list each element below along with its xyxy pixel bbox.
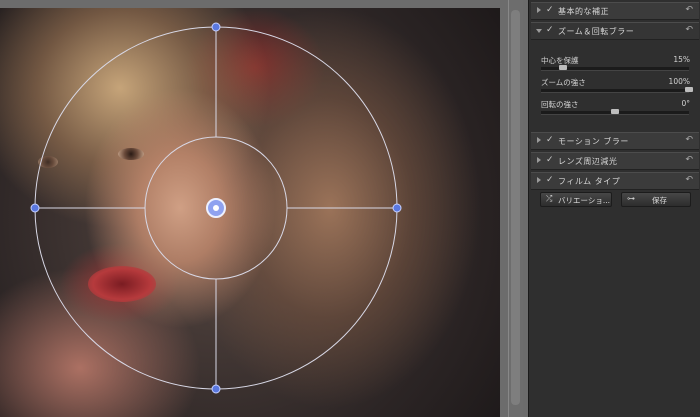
checkbox-basic-adjustments[interactable]: ✓ — [546, 5, 554, 15]
rotate-strength-slider[interactable] — [541, 109, 689, 115]
reset-arrow-icon[interactable]: ↶ — [685, 135, 693, 145]
checkbox-lens-vignette[interactable]: ✓ — [546, 155, 554, 165]
center-point-dot — [213, 205, 219, 211]
expand-arrow-icon[interactable] — [537, 177, 541, 183]
section-label: フィルム タイプ — [558, 177, 621, 186]
slider-handle[interactable] — [685, 87, 693, 92]
section-lens-vignette[interactable]: ✓ レンズ周辺減光 ↶ — [531, 152, 699, 170]
checkbox-zoom-rotate-blur[interactable]: ✓ — [546, 25, 554, 35]
section-label: ズーム＆回転ブラー — [558, 27, 635, 36]
checkbox-film-type[interactable]: ✓ — [546, 175, 554, 185]
section-label: レンズ周辺減光 — [558, 157, 618, 166]
slider-handle[interactable] — [559, 65, 568, 70]
collapse-arrow-icon[interactable] — [536, 29, 542, 33]
section-film-type[interactable]: ✓ フィルム タイプ ↶ — [531, 172, 699, 190]
reset-arrow-icon[interactable]: ↶ — [685, 25, 693, 35]
ring-handle-left[interactable] — [30, 203, 40, 213]
expand-arrow-icon[interactable] — [537, 157, 541, 163]
protect-center-slider[interactable] — [541, 65, 689, 71]
protect-center-value: 15% — [673, 55, 690, 64]
reset-arrow-icon[interactable]: ↶ — [685, 155, 693, 165]
ring-handle-right[interactable] — [392, 203, 402, 213]
zoom-strength-slider[interactable] — [541, 87, 693, 93]
variations-button[interactable]: ⤮ バリエーショ... — [540, 192, 612, 207]
reset-arrow-icon[interactable]: ↶ — [685, 5, 693, 15]
scrollbar-thumb[interactable] — [511, 10, 520, 405]
image-canvas[interactable] — [0, 0, 528, 417]
section-label: モーション ブラー — [558, 137, 629, 146]
rotate-strength-label: 回転の強さ — [541, 100, 579, 109]
save-button[interactable]: ⊶ 保存 — [621, 192, 691, 207]
section-basic-adjustments[interactable]: ✓ 基本的な補正 ↶ — [531, 2, 699, 20]
rotate-strength-value: 0° — [681, 99, 690, 108]
ring-handle-top[interactable] — [211, 22, 221, 32]
reset-arrow-icon[interactable]: ↶ — [685, 175, 693, 185]
vertical-scrollbar[interactable] — [508, 0, 523, 417]
section-label: 基本的な補正 — [558, 7, 609, 16]
blur-center-overlay[interactable] — [0, 8, 500, 417]
section-motion-blur[interactable]: ✓ モーション ブラー ↶ — [531, 132, 699, 150]
expand-arrow-icon[interactable] — [537, 137, 541, 143]
section-zoom-rotate-blur[interactable]: ✓ ズーム＆回転ブラー ↶ — [531, 22, 699, 40]
zoom-strength-value: 100% — [668, 77, 690, 86]
checkbox-motion-blur[interactable]: ✓ — [546, 135, 554, 145]
zoom-strength-label: ズームの強さ — [541, 78, 586, 87]
ring-handle-bottom[interactable] — [211, 384, 221, 394]
adjustments-panel: ✓ 基本的な補正 ↶ ✓ ズーム＆回転ブラー ↶ 中心を保護 15% ズームの強… — [528, 0, 700, 417]
shuffle-icon: ⤮ — [546, 194, 553, 203]
slider-handle[interactable] — [611, 109, 619, 114]
save-preset-icon: ⊶ — [627, 194, 635, 203]
expand-arrow-icon[interactable] — [537, 7, 541, 13]
